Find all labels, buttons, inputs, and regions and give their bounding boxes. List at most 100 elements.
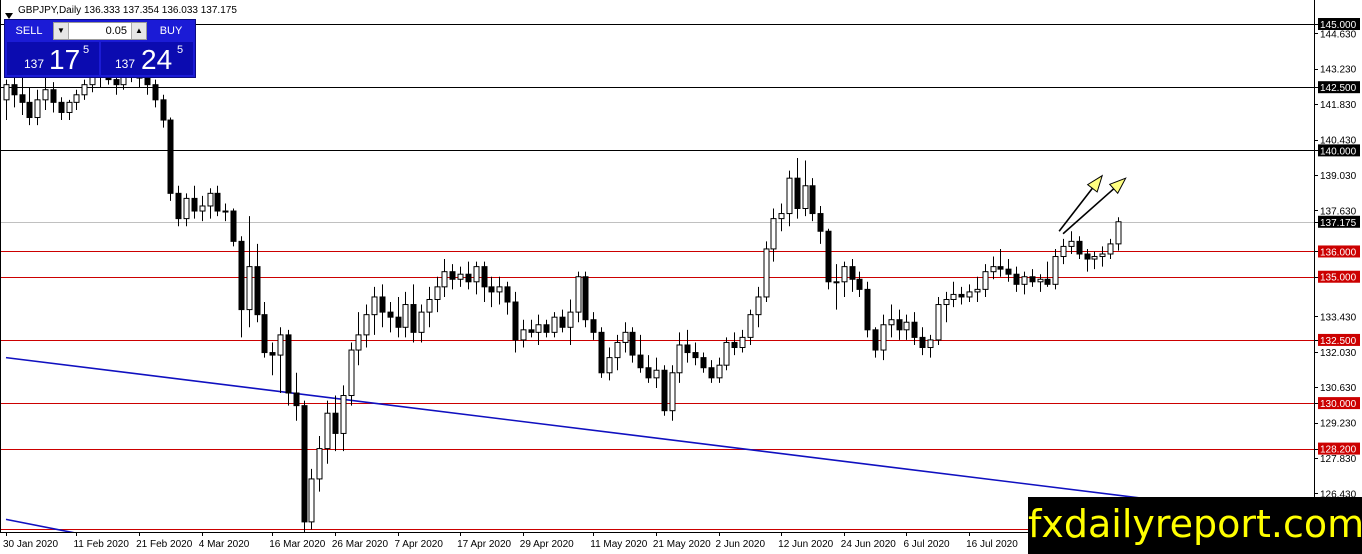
candle (293, 372, 300, 421)
time-tick-label: 16 Mar 2020 (269, 539, 326, 550)
candle (958, 286, 965, 305)
time-tick: 16 Mar 2020 (269, 532, 326, 550)
time-tick-label: 26 Mar 2020 (332, 539, 389, 550)
candle-body-bear (465, 273, 472, 283)
candle (856, 271, 863, 297)
time-tick: 24 Jun 2020 (841, 532, 896, 550)
candle (841, 261, 848, 297)
candle-body-bull (778, 213, 785, 220)
price-tick: 137.630 (1314, 206, 1357, 217)
sell-button[interactable]: SELL (7, 22, 51, 40)
candle-body-bull (1037, 278, 1044, 283)
candle (363, 304, 370, 348)
price-tick-label: 132.030 (1320, 348, 1357, 359)
time-tick: 16 Jul 2020 (966, 532, 1018, 550)
lot-size-stepper[interactable]: ▼ 0.05 ▲ (53, 22, 147, 40)
candle (575, 271, 582, 323)
candle (26, 87, 33, 126)
candle (543, 319, 550, 338)
lot-increase-button[interactable]: ▲ (131, 23, 146, 39)
candle-body-bear (1084, 253, 1091, 260)
time-tick: 12 Jun 2020 (778, 532, 834, 550)
candle (207, 188, 214, 219)
candle (950, 281, 957, 308)
candle-body-bear (896, 319, 903, 331)
candle-body-bear (379, 296, 386, 313)
candle-body-bull (520, 329, 527, 341)
candle (1060, 238, 1067, 265)
price-chart[interactable]: 145.000144.630143.230142.500141.830140.4… (0, 0, 1362, 554)
candle (301, 400, 308, 532)
candle-body-bear (152, 84, 159, 101)
candle-body-bear (50, 89, 57, 103)
candle-body-bull (434, 286, 441, 300)
candle (441, 259, 448, 297)
candle (629, 327, 636, 363)
time-tick: 21 May 2020 (653, 532, 711, 550)
candle (645, 355, 652, 383)
price-tick: 129.230 (1314, 419, 1357, 430)
candle-body-bull (66, 101, 73, 113)
candle-body-bear (11, 84, 18, 96)
candle (903, 314, 910, 340)
candle-body-bull (982, 271, 989, 290)
lot-size-value[interactable]: 0.05 (70, 23, 130, 39)
candle (833, 264, 840, 310)
candle-body-bull (551, 316, 558, 333)
time-tick-label: 24 Jun 2020 (841, 539, 896, 550)
candle (606, 347, 613, 381)
candle (199, 195, 206, 222)
candle-body-bull (575, 276, 582, 313)
candle-body-bull (371, 296, 378, 316)
time-tick: 4 Mar 2020 (199, 532, 250, 550)
candle (763, 241, 770, 303)
candle (42, 77, 49, 110)
candle (598, 327, 605, 378)
candle (794, 157, 801, 219)
candle-body-bear (512, 301, 519, 341)
candle-body-bear (958, 293, 965, 298)
candle (410, 284, 417, 343)
time-tick-label: 2 Jun 2020 (716, 539, 766, 550)
candle-body-bear (301, 405, 308, 523)
candle-body-bear (332, 412, 339, 434)
candle (488, 276, 495, 308)
candle (504, 281, 511, 315)
symbol-ohlc-label: GBPJPY,Daily 136.333 137.354 136.033 137… (18, 5, 237, 16)
time-tick-label: 11 May 2020 (590, 539, 648, 550)
candle (160, 94, 167, 128)
candle (19, 77, 26, 115)
price-tick-label: 137.630 (1320, 206, 1357, 217)
candle-body-bear (269, 352, 276, 356)
time-tick-label: 16 Jul 2020 (966, 539, 1018, 550)
candle (778, 203, 785, 232)
buy-quote-button[interactable]: 137 24 5 (101, 42, 193, 75)
candle-body-bull (653, 369, 660, 379)
arrow-shaft (1058, 187, 1094, 232)
candle (238, 236, 245, 338)
candle-body-bull (207, 192, 214, 207)
candle-body-bull (770, 218, 777, 250)
price-tick: 135.000 (1314, 270, 1360, 284)
candle (1076, 236, 1083, 260)
horizontal-levels-layer (0, 24, 1314, 530)
candle (551, 312, 558, 338)
time-tick-label: 29 Apr 2020 (520, 539, 574, 550)
candle (1052, 248, 1059, 290)
buy-button[interactable]: BUY (149, 22, 193, 40)
sell-quote-button[interactable]: 137 17 5 (7, 42, 99, 75)
candle-body-bull (34, 99, 41, 119)
candle (943, 291, 950, 323)
candle (395, 296, 402, 338)
buy-quote-big: 24 (141, 44, 173, 75)
candle (512, 291, 519, 353)
candle (927, 334, 934, 358)
candle-body-bear (731, 341, 738, 349)
lot-decrease-button[interactable]: ▼ (54, 23, 69, 39)
candle (152, 79, 159, 108)
candle-body-bear (856, 278, 863, 290)
candle-body-bear (872, 329, 879, 351)
candle (684, 329, 691, 363)
candle-body-bear (167, 119, 174, 194)
price-tick: 140.000 (1314, 144, 1360, 157)
